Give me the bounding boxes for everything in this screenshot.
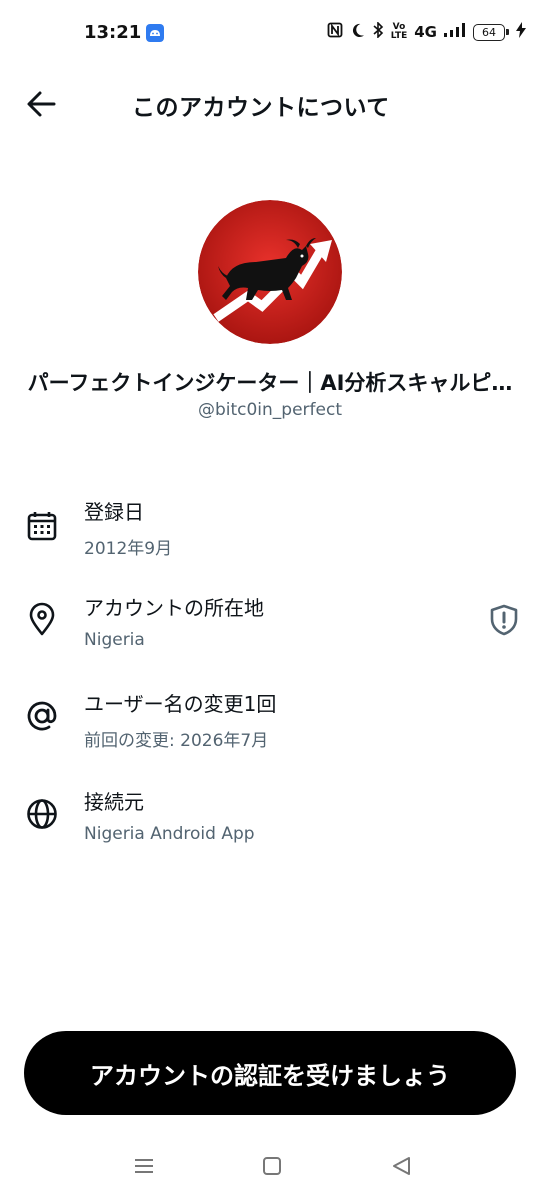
signal-icon xyxy=(444,23,466,41)
joined-label: 登録日 xyxy=(84,500,144,524)
profile-avatar[interactable] xyxy=(198,200,342,344)
at-sign-icon xyxy=(27,701,57,731)
connected-via-value: Nigeria Android App xyxy=(84,824,255,844)
page-title: このアカウントについて xyxy=(132,95,390,121)
location-label: アカウントの所在地 xyxy=(84,596,264,620)
username-changes-label: ユーザー名の変更1回 xyxy=(84,692,277,716)
info-row-connected-via: 接続元 Nigeria Android App xyxy=(0,786,540,866)
display-name: パーフェクトインジケーター｜AI分析スキャルピ… xyxy=(27,371,513,395)
bluetooth-icon xyxy=(372,21,384,42)
status-time: 13:21 xyxy=(84,22,142,43)
system-navigation-bar xyxy=(0,1140,540,1192)
home-icon[interactable] xyxy=(258,1152,286,1180)
get-verified-button[interactable]: アカウントの認証を受けましょう xyxy=(24,1031,516,1115)
calendar-icon xyxy=(27,512,57,541)
location-value: Nigeria xyxy=(84,630,145,650)
location-pin-icon xyxy=(29,602,55,636)
back-button[interactable] xyxy=(22,86,62,122)
volte-bottom-text: LTE xyxy=(390,31,408,41)
shield-alert-icon[interactable] xyxy=(486,602,522,638)
username-handle: @bitc0in_perfect xyxy=(197,400,343,420)
status-bar: 13:21 Vo LTE 4G 64 xyxy=(0,0,540,68)
info-row-joined: 登録日 2012年9月 xyxy=(0,496,540,576)
charging-bolt-icon xyxy=(516,22,526,42)
info-row-location: アカウントの所在地 Nigeria xyxy=(0,592,540,672)
globe-icon xyxy=(27,799,57,829)
joined-value: 2012年9月 xyxy=(84,539,173,559)
top-app-bar: このアカウントについて xyxy=(0,72,540,136)
recent-apps-icon[interactable] xyxy=(130,1152,158,1180)
battery-icon: 64 xyxy=(473,23,509,41)
back-triangle-icon[interactable] xyxy=(388,1152,416,1180)
network-type: 4G xyxy=(414,23,437,41)
battery-level: 64 xyxy=(473,23,505,41)
connected-via-label: 接続元 xyxy=(84,790,144,814)
arrow-left-icon xyxy=(27,91,56,117)
username-changes-value: 前回の変更: 2026年7月 xyxy=(84,731,269,751)
android-app-icon xyxy=(146,24,164,42)
volte-indicator: Vo LTE xyxy=(391,23,408,41)
info-row-username-changes: ユーザー名の変更1回 前回の変更: 2026年7月 xyxy=(0,688,540,768)
nfc-icon xyxy=(327,22,343,42)
do-not-disturb-moon-icon xyxy=(350,23,365,42)
